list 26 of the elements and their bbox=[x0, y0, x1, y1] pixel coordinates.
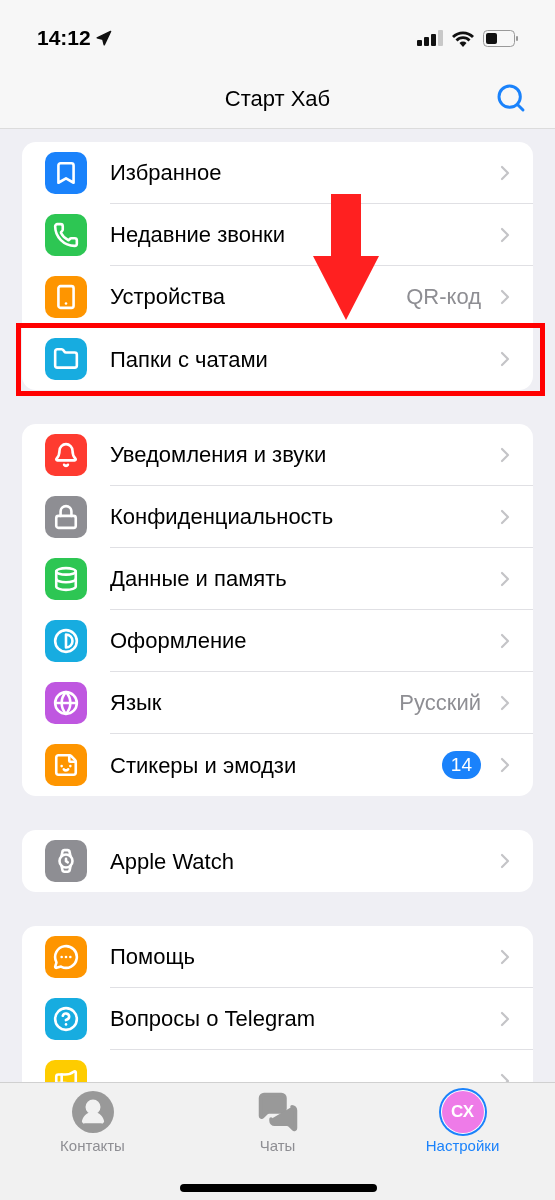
menu-item[interactable]: Папки с чатами bbox=[110, 342, 493, 376]
menu-item[interactable]: Стикеры и эмодзи bbox=[110, 748, 442, 782]
menu-item[interactable]: Устройства bbox=[110, 280, 407, 313]
person-icon bbox=[71, 1091, 114, 1133]
count-badge: 14 bbox=[441, 751, 481, 779]
avatar: СХ bbox=[441, 1091, 484, 1133]
item-value: Русский bbox=[399, 689, 481, 717]
status-time: 14:12 bbox=[37, 25, 91, 52]
chat-bubbles-icon bbox=[256, 1091, 299, 1133]
menu-item[interactable]: Язык bbox=[110, 686, 400, 719]
menu-item[interactable]: Apple Watch bbox=[110, 844, 493, 878]
menu-item[interactable]: Вопросы о Telegram bbox=[110, 1002, 493, 1035]
search-icon[interactable] bbox=[495, 82, 527, 114]
menu-item[interactable]: Помощь bbox=[110, 940, 493, 973]
screen-title: Старт Хаб bbox=[224, 84, 331, 113]
battery-icon bbox=[483, 29, 518, 47]
menu-item[interactable]: Уведомления и звуки bbox=[110, 438, 493, 471]
signal-icon bbox=[417, 30, 443, 46]
menu-item[interactable]: Конфиденциальность bbox=[110, 500, 493, 533]
menu-item[interactable]: Избранное bbox=[110, 156, 493, 189]
menu-item[interactable]: Недавние звонки bbox=[110, 218, 493, 251]
menu-item[interactable]: Оформление bbox=[110, 624, 493, 657]
item-value: QR-код bbox=[406, 283, 481, 311]
location-icon bbox=[94, 29, 112, 47]
menu-item[interactable]: Данные и память bbox=[110, 562, 493, 595]
wifi-icon bbox=[451, 29, 475, 47]
